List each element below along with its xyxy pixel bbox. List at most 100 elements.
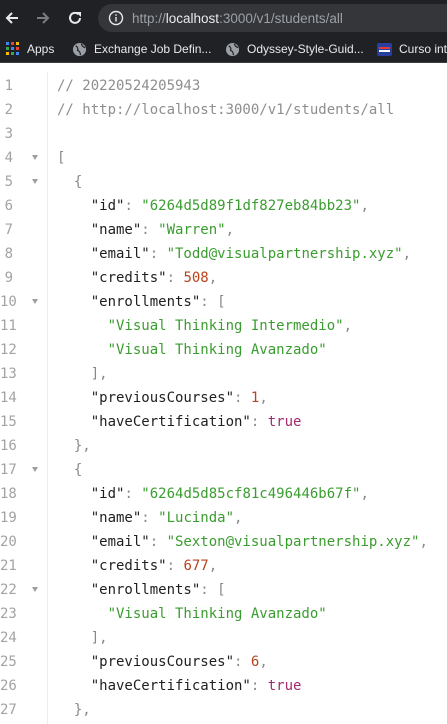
json-code: "name": "Lucinda", xyxy=(57,506,243,530)
json-line: 24 ], xyxy=(0,626,447,650)
json-punctuation: , xyxy=(360,198,369,214)
json-punctuation: , xyxy=(234,510,243,526)
json-punctuation: : xyxy=(149,246,167,262)
json-code: "previousCourses": 6, xyxy=(57,650,268,674)
address-url: http://localhost:3000/v1/students/all xyxy=(132,11,343,26)
line-number: 22 xyxy=(0,582,17,598)
json-punctuation: : xyxy=(141,222,159,238)
json-code: "credits": 677, xyxy=(57,554,217,578)
back-button[interactable] xyxy=(0,6,24,30)
fold-toggle-icon[interactable] xyxy=(32,587,38,592)
forward-button[interactable] xyxy=(31,6,55,30)
json-key: "id" xyxy=(57,198,125,214)
json-punctuation: : xyxy=(250,414,268,430)
json-code: "previousCourses": 1, xyxy=(57,386,268,410)
apps-grid-icon xyxy=(6,42,19,55)
json-line: 5 { xyxy=(0,170,447,194)
json-string: "Sexton@visualpartnership.xyz" xyxy=(166,534,420,550)
json-line: 23 "Visual Thinking Avanzado" xyxy=(0,602,447,626)
browser-toolbar: http://localhost:3000/v1/students/all xyxy=(0,0,447,36)
reload-button[interactable] xyxy=(63,6,87,30)
json-punctuation: : [ xyxy=(200,294,226,310)
json-line: 22 "enrollments": [ xyxy=(0,578,447,602)
json-string: "Visual Thinking Avanzado" xyxy=(57,606,327,622)
json-line: 3 xyxy=(0,122,447,146)
fold-toggle-icon[interactable] xyxy=(32,467,38,472)
line-number: 13 xyxy=(0,366,17,382)
json-punctuation: : [ xyxy=(200,582,226,598)
json-key: "enrollments" xyxy=(57,582,201,598)
json-string: "Visual Thinking Intermedio" xyxy=(57,318,344,334)
bookmark-label: Curso int xyxy=(399,42,447,56)
json-line: 7 "name": "Warren", xyxy=(0,218,447,242)
json-comment: // 20220524205943 xyxy=(57,78,201,94)
line-number: 17 xyxy=(0,462,17,478)
json-punctuation: : xyxy=(124,486,142,502)
info-icon[interactable] xyxy=(108,10,124,26)
json-line: 18 "id": "6264d5d85cf81c496446b67f", xyxy=(0,482,447,506)
json-punctuation: : xyxy=(149,534,167,550)
line-number: 4 xyxy=(4,150,13,166)
json-number: 508 xyxy=(183,270,209,286)
line-number: 15 xyxy=(0,414,17,430)
bookmarks-bar: Apps Exchange Job Defin... Odyssey-Style… xyxy=(0,36,447,63)
fold-toggle-icon[interactable] xyxy=(32,179,38,184)
json-key: "email" xyxy=(57,246,150,262)
forward-arrow-icon xyxy=(37,12,50,24)
json-punctuation: , xyxy=(343,318,353,334)
address-bar[interactable]: http://localhost:3000/v1/students/all xyxy=(98,4,447,32)
json-punctuation: { xyxy=(57,174,83,190)
json-code: "id": "6264d5d85cf81c496446b67f", xyxy=(57,482,369,506)
line-number: 26 xyxy=(0,678,17,694)
back-arrow-icon xyxy=(5,12,18,24)
json-key: "email" xyxy=(57,534,150,550)
json-punctuation: }, xyxy=(57,438,91,454)
json-line: 16 }, xyxy=(0,434,447,458)
json-code: ], xyxy=(57,626,108,650)
json-punctuation: { xyxy=(57,462,83,478)
json-punctuation: , xyxy=(419,534,428,550)
bookmark-odyssey-style[interactable]: Odyssey-Style-Guid... xyxy=(225,36,364,62)
json-number: 677 xyxy=(183,558,209,574)
json-key: "haveCertification" xyxy=(57,678,251,694)
json-punctuation: [ xyxy=(57,150,66,166)
line-number: 21 xyxy=(0,558,17,574)
json-code: // 20220524205943 xyxy=(57,74,200,98)
line-number: 11 xyxy=(0,318,17,334)
bookmark-apps[interactable]: Apps xyxy=(6,36,54,62)
bookmark-label: Odyssey-Style-Guid... xyxy=(247,42,364,56)
line-number: 12 xyxy=(0,342,17,358)
json-line: 27 }, xyxy=(0,698,447,722)
reload-icon xyxy=(69,11,81,24)
bookmark-curso[interactable]: Curso int xyxy=(377,36,447,62)
json-punctuation: : xyxy=(166,270,184,286)
json-line: 25 "previousCourses": 6, xyxy=(0,650,447,674)
json-punctuation: , xyxy=(208,270,218,286)
fold-toggle-icon[interactable] xyxy=(32,155,38,160)
json-punctuation: , xyxy=(259,390,268,406)
line-number: 27 xyxy=(0,702,17,718)
json-key: "haveCertification" xyxy=(57,414,251,430)
url-host: localhost xyxy=(165,10,220,26)
line-number: 18 xyxy=(0,486,17,502)
fold-toggle-icon[interactable] xyxy=(32,299,38,304)
line-number: 24 xyxy=(0,630,17,646)
json-key: "enrollments" xyxy=(57,294,201,310)
json-line: 2 // http://localhost:3000/v1/students/al… xyxy=(0,98,447,122)
line-number: 6 xyxy=(4,198,13,214)
json-line: 9 "credits": 508, xyxy=(0,266,447,290)
json-line: 15 "haveCertification": true xyxy=(0,410,447,434)
json-code: { xyxy=(57,458,82,482)
json-boolean: true xyxy=(267,678,302,694)
bookmark-exchange-job[interactable]: Exchange Job Defin... xyxy=(72,36,211,62)
json-line: 8 "email": "Todd@visualpartnership.xyz", xyxy=(0,242,447,266)
json-key: "name" xyxy=(57,510,142,526)
bookmark-label: Exchange Job Defin... xyxy=(94,42,212,56)
json-code: "enrollments": [ xyxy=(57,578,226,602)
line-number: 10 xyxy=(0,294,17,310)
json-code: ], xyxy=(57,362,108,386)
json-string: "Visual Thinking Avanzado" xyxy=(57,342,327,358)
json-punctuation: ], xyxy=(57,630,108,646)
json-code: "email": "Todd@visualpartnership.xyz", xyxy=(57,242,411,266)
json-key: "name" xyxy=(57,222,142,238)
